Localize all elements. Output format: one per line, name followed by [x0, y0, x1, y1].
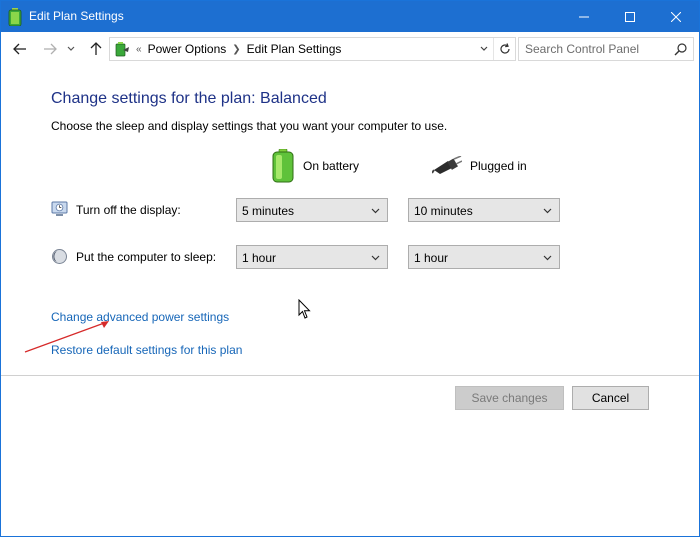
on-battery-label: On battery: [303, 159, 360, 173]
search-input[interactable]: [525, 41, 665, 57]
footer-divider: [1, 375, 699, 376]
close-button[interactable]: [653, 1, 699, 32]
page-description: Choose the sleep and display settings th…: [51, 119, 448, 133]
battery-app-icon: [8, 8, 22, 26]
up-button[interactable]: [87, 40, 105, 58]
display-on-battery-select[interactable]: 5 minutes: [236, 198, 388, 222]
chevron-down-icon: [67, 46, 75, 51]
navigation-bar: « Power Options ❯ Edit Plan Settings: [1, 32, 699, 66]
display-icon: [51, 201, 68, 216]
turn-off-display-label: Turn off the display:: [76, 202, 181, 217]
turn-off-display-row: Turn off the display:: [51, 201, 181, 218]
sleep-plugged-in-value: 1 hour: [414, 251, 449, 265]
display-on-battery-value: 5 minutes: [242, 204, 295, 218]
breadcrumb-separator: ❯: [232, 43, 241, 55]
back-button[interactable]: [11, 40, 29, 58]
display-plugged-in-select[interactable]: 10 minutes: [408, 198, 560, 222]
chevron-down-icon: [371, 255, 380, 261]
on-battery-column-header: On battery: [271, 148, 359, 184]
title-bar: Edit Plan Settings: [1, 1, 699, 32]
refresh-button[interactable]: [493, 38, 515, 60]
back-arrow-icon: [13, 43, 26, 55]
up-arrow-icon: [90, 42, 102, 55]
page-title: Change settings for the plan: Balanced: [51, 90, 327, 107]
sleep-on-battery-value: 1 hour: [242, 251, 277, 265]
chevron-down-icon: [371, 208, 380, 214]
search-box[interactable]: [518, 37, 694, 61]
sleep-plugged-in-select[interactable]: 1 hour: [408, 245, 560, 269]
forward-button[interactable]: [41, 40, 59, 58]
window-title: Edit Plan Settings: [29, 9, 124, 23]
refresh-icon: [499, 43, 510, 54]
recent-locations-button[interactable]: [65, 40, 77, 58]
search-icon[interactable]: [674, 42, 688, 56]
close-icon: [671, 11, 681, 22]
plugged-in-label: Plugged in: [470, 159, 527, 173]
sleep-row: Put the computer to sleep:: [51, 248, 216, 265]
annotation-arrow: [24, 321, 109, 353]
power-options-icon: [115, 42, 129, 57]
save-changes-button[interactable]: Save changes: [455, 386, 564, 410]
mouse-cursor-icon: [298, 299, 311, 319]
forward-arrow-icon: [44, 43, 57, 55]
address-bar[interactable]: « Power Options ❯ Edit Plan Settings: [109, 37, 516, 61]
chevron-down-icon: [480, 46, 488, 51]
maximize-icon: [625, 11, 635, 22]
battery-icon: [272, 149, 294, 183]
minimize-icon: [579, 16, 589, 17]
cancel-button[interactable]: Cancel: [572, 386, 649, 410]
breadcrumb-edit-plan-settings[interactable]: Edit Plan Settings: [247, 42, 342, 56]
moon-icon: [52, 249, 67, 264]
chevron-down-icon: [543, 255, 552, 261]
chevron-down-icon: [543, 208, 552, 214]
maximize-button[interactable]: [607, 1, 653, 32]
address-dropdown-button[interactable]: [475, 38, 493, 60]
breadcrumb-power-options[interactable]: Power Options: [148, 42, 227, 56]
power-plug-icon: [432, 156, 462, 174]
sleep-on-battery-select[interactable]: 1 hour: [236, 245, 388, 269]
minimize-button[interactable]: [561, 1, 607, 32]
display-plugged-in-value: 10 minutes: [414, 204, 473, 218]
edit-plan-settings-window: Edit Plan Settings « Power Options ❯ Edi…: [0, 0, 700, 537]
address-overflow[interactable]: «: [136, 44, 142, 55]
sleep-label: Put the computer to sleep:: [76, 249, 217, 264]
plugged-in-column-header: Plugged in: [432, 148, 527, 184]
